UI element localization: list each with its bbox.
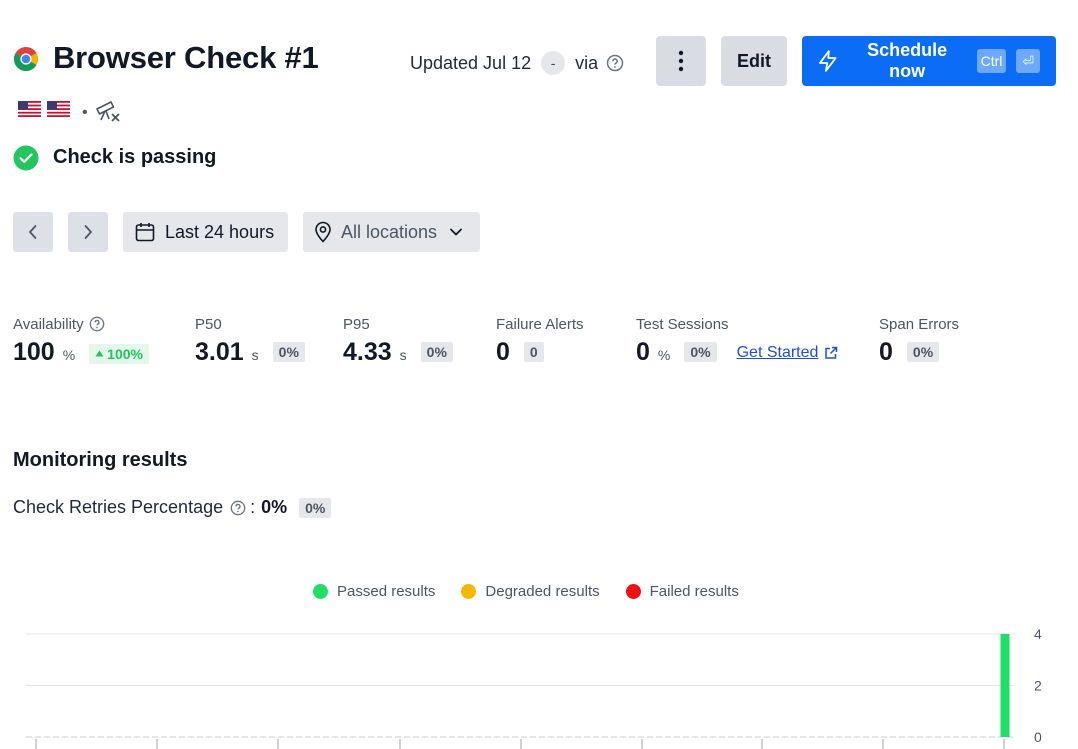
chrome-icon: [13, 47, 39, 72]
legend-label-degraded: Degraded results: [485, 583, 600, 600]
kbd-ctrl: Ctrl: [976, 49, 1007, 73]
us-flag-icon: [18, 101, 41, 117]
stat-test-sessions-badge: 0%: [684, 342, 717, 362]
next-period-button[interactable]: [68, 212, 108, 252]
date-range-button[interactable]: Last 24 hours: [123, 212, 288, 252]
updated-by-pill[interactable]: -: [541, 51, 566, 75]
legend-dot-degraded: [461, 584, 477, 599]
get-started-link-label: Get Started: [736, 344, 819, 361]
stat-p50-value: 3.01: [195, 338, 244, 366]
more-options-button[interactable]: [656, 36, 706, 86]
check-retries-label: Check Retries Percentage: [13, 497, 224, 517]
stat-failure-alerts-badge: 0: [523, 342, 544, 362]
stat-test-sessions: Test Sessions 0 % 0% Get Started: [636, 314, 838, 367]
stat-availability-value: 100: [13, 338, 55, 366]
external-link-icon: [825, 346, 838, 359]
us-flag-icon: [47, 101, 70, 117]
stat-span-errors-value: 0: [879, 338, 893, 366]
legend-item-passed[interactable]: Passed results: [313, 583, 435, 600]
via-label: via: [575, 52, 599, 73]
stat-p95-value: 4.33: [343, 338, 392, 366]
date-range-label: Last 24 hours: [165, 221, 275, 242]
stat-availability-badge: 100%: [89, 343, 149, 364]
stat-availability-unit: %: [62, 347, 76, 363]
chevron-right-icon: [84, 225, 92, 239]
legend-label-passed: Passed results: [337, 583, 436, 600]
schedule-now-label: Schedule now: [867, 40, 948, 81]
location-filter-label: All locations: [341, 221, 438, 242]
check-retries-colon: :: [250, 497, 256, 517]
stat-p95-unit: s: [399, 347, 407, 363]
help-icon[interactable]: [89, 316, 105, 332]
monitoring-results-title: Monitoring results: [13, 449, 188, 471]
legend-dot-passed: [313, 584, 328, 599]
help-icon[interactable]: [230, 500, 246, 516]
updated-label: Updated Jul 12: [410, 52, 532, 73]
schedule-now-button[interactable]: Schedule now Ctrl ⏎: [802, 36, 1056, 86]
stat-span-errors-label: Span Errors: [879, 315, 960, 333]
stat-failure-alerts: Failure Alerts 0 0: [496, 314, 584, 367]
y-tick-label: 4: [1034, 626, 1042, 642]
lightning-icon: [819, 50, 837, 72]
stat-test-sessions-unit: %: [657, 347, 671, 363]
more-vertical-icon: [678, 50, 684, 72]
calendar-icon: [135, 223, 155, 242]
legend-dot-failed: [625, 584, 641, 599]
stat-availability-label: Availability: [13, 315, 84, 333]
edit-button[interactable]: Edit: [721, 36, 787, 86]
separator-dot: •: [82, 104, 88, 121]
location-filter-dropdown[interactable]: All locations: [303, 212, 480, 252]
get-started-link[interactable]: Get Started: [737, 344, 839, 362]
page-title: Browser Check #1: [53, 40, 319, 75]
check-retries: Check Retries Percentage : 0% 0%: [13, 497, 332, 518]
stat-p50-label: P50: [195, 315, 222, 333]
stat-p50-unit: s: [251, 347, 259, 363]
stat-p95-badge: 0%: [420, 342, 453, 362]
bar-passed-results[interactable]: [1000, 634, 1010, 737]
stat-p50-badge: 0%: [272, 342, 305, 362]
check-status-text: Check is passing: [53, 146, 217, 168]
stat-span-errors-badge: 0%: [906, 342, 940, 362]
check-retries-value: 0%: [261, 497, 288, 517]
legend-label-failed: Failed results: [649, 583, 739, 600]
previous-period-button[interactable]: [13, 212, 53, 252]
stat-availability: Availability 100 % 100%: [13, 314, 149, 367]
location-flags: [18, 101, 70, 117]
stat-availability-badge-text: 100%: [107, 345, 143, 362]
y-tick-label: 2: [1034, 678, 1042, 694]
arrow-up-icon: [95, 350, 104, 357]
telescope-off-icon: [96, 101, 120, 122]
monitoring-results-chart: 4 2 0: [26, 626, 1042, 749]
stat-p95-label: P95: [343, 315, 370, 333]
check-circle-icon: [13, 145, 39, 171]
legend-item-failed[interactable]: Failed results: [625, 583, 739, 600]
chevron-left-icon: [29, 225, 37, 239]
kbd-enter-icon: ⏎: [1016, 49, 1040, 73]
help-icon[interactable]: [606, 54, 624, 72]
stat-p95: P95 4.33 s 0%: [343, 314, 453, 367]
stat-failure-alerts-value: 0: [496, 338, 510, 366]
map-pin-icon: [315, 221, 331, 243]
chart-legend: Passed results Degraded results Failed r…: [313, 583, 739, 600]
stat-failure-alerts-label: Failure Alerts: [496, 315, 584, 333]
stat-span-errors: Span Errors 0 0%: [879, 314, 959, 367]
chevron-down-icon: [450, 228, 462, 236]
updated-info: Updated Jul 12 - via: [410, 51, 624, 75]
y-tick-label: 0: [1034, 729, 1042, 745]
stat-p50: P50 3.01 s 0%: [195, 314, 305, 367]
legend-item-degraded[interactable]: Degraded results: [461, 583, 600, 600]
check-retries-badge: 0%: [299, 497, 332, 518]
stat-test-sessions-label: Test Sessions: [636, 315, 729, 333]
stat-test-sessions-value: 0: [636, 338, 650, 366]
